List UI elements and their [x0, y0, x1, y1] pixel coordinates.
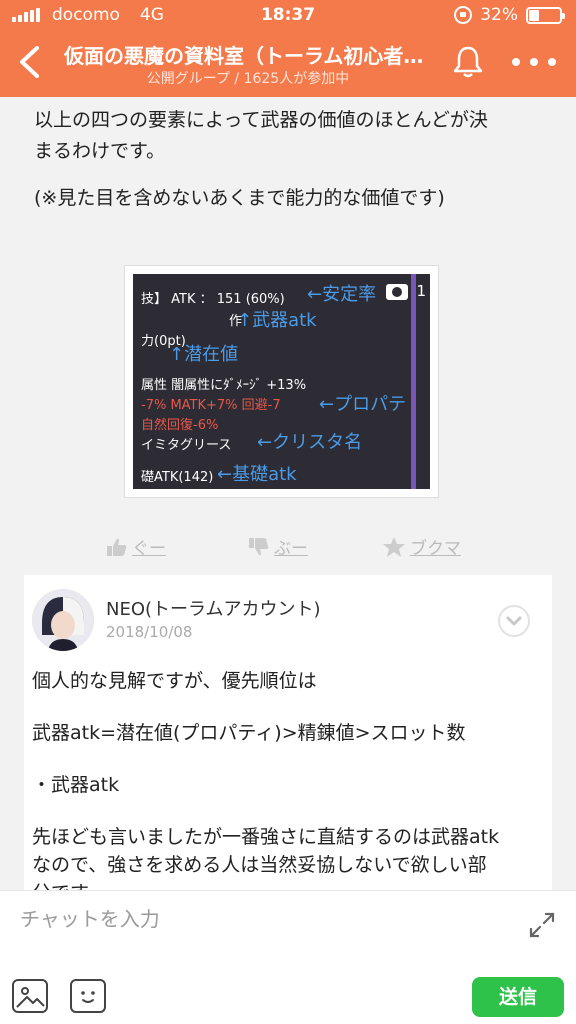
photo-button[interactable]: [12, 979, 48, 1013]
weapon-stats-screenshot: 1 技】 ATK ： 151 (60%) 作 力(0pt) 属性 闇属性にﾀﾞﾒ…: [133, 274, 430, 489]
dislike-button[interactable]: ぶー: [248, 534, 308, 559]
camera-icon: [386, 284, 408, 300]
post-paragraph-1: 以上の四つの要素によって武器の価値のほとんどが決 まるわけです。: [34, 109, 488, 162]
like-button[interactable]: ぐー: [106, 534, 166, 559]
thumbs-up-icon: [107, 538, 127, 556]
comment-line: 分です。: [32, 879, 542, 890]
smiley-icon: [81, 991, 95, 1003]
comment-author[interactable]: NEO(トーラムアカウント): [106, 595, 321, 621]
thumbs-down-icon: [249, 537, 269, 555]
dot-icon: [548, 58, 556, 66]
star-icon: [383, 536, 405, 557]
avatar[interactable]: [32, 589, 94, 651]
comment-line: 先ほども言いましたが一番強さに直結するのは武器atk: [32, 826, 500, 848]
comment-date: 2018/10/08: [106, 623, 193, 641]
comment-line: なので、強さを求める人は当然妥協しないで欲しい部: [32, 854, 487, 876]
post-content[interactable]: 以上の四つの要素によって武器の価値のほとんどが決 まるわけです。 (※見た目を含…: [0, 97, 576, 890]
dot-icon: [512, 58, 520, 66]
avatar-image: [32, 589, 94, 651]
expand-icon: [529, 912, 555, 938]
bell-icon: [453, 46, 483, 78]
expand-button[interactable]: [528, 911, 556, 939]
dot-icon: [530, 58, 538, 66]
back-button[interactable]: [8, 40, 52, 88]
rotation-lock-icon: [454, 6, 473, 24]
image-icon: [16, 987, 45, 1008]
battery-icon: [526, 6, 565, 24]
sticker-button[interactable]: [70, 979, 106, 1013]
group-subtitle: 公開グループ / 1625人が参加中: [146, 71, 350, 87]
comment-menu-button[interactable]: [498, 605, 530, 637]
chevron-down-icon: [506, 616, 522, 626]
post-paragraph-2: (※見た目を含めないあくまで能力的な価値です): [34, 187, 445, 209]
bookmark-button[interactable]: ブクマ: [382, 534, 461, 559]
page-title: 仮面の悪魔の資料室（トーラム初心者…: [64, 44, 424, 68]
app-header: docomo 4G 18:37 32% 仮面の悪魔の資料室（トーラム初心者… 公…: [0, 0, 576, 97]
notification-button[interactable]: [452, 44, 484, 80]
chat-composer: チャットを入力 送信: [0, 890, 576, 1024]
image-scrollbar: [411, 274, 416, 489]
battery-percent: 32%: [480, 5, 518, 25]
status-bar: docomo 4G 18:37 32%: [0, 0, 576, 30]
comment-line: 武器atk=潜在値(プロパティ)>精錬値>スロット数: [32, 722, 466, 744]
photo-count: 1: [416, 282, 426, 300]
comment-line: 個人的な見解ですが、優先順位は: [32, 670, 317, 692]
comment-line: ・武器atk: [32, 774, 120, 796]
chevron-left-icon: [20, 46, 39, 78]
more-options-button[interactable]: [512, 52, 556, 72]
send-button[interactable]: 送信: [472, 977, 564, 1017]
chat-input[interactable]: チャットを入力: [20, 903, 500, 935]
comment-card: NEO(トーラムアカウント) 2018/10/08 個人的な見解ですが、優先順位…: [24, 575, 552, 890]
post-image[interactable]: 1 技】 ATK ： 151 (60%) 作 力(0pt) 属性 闇属性にﾀﾞﾒ…: [124, 265, 439, 498]
